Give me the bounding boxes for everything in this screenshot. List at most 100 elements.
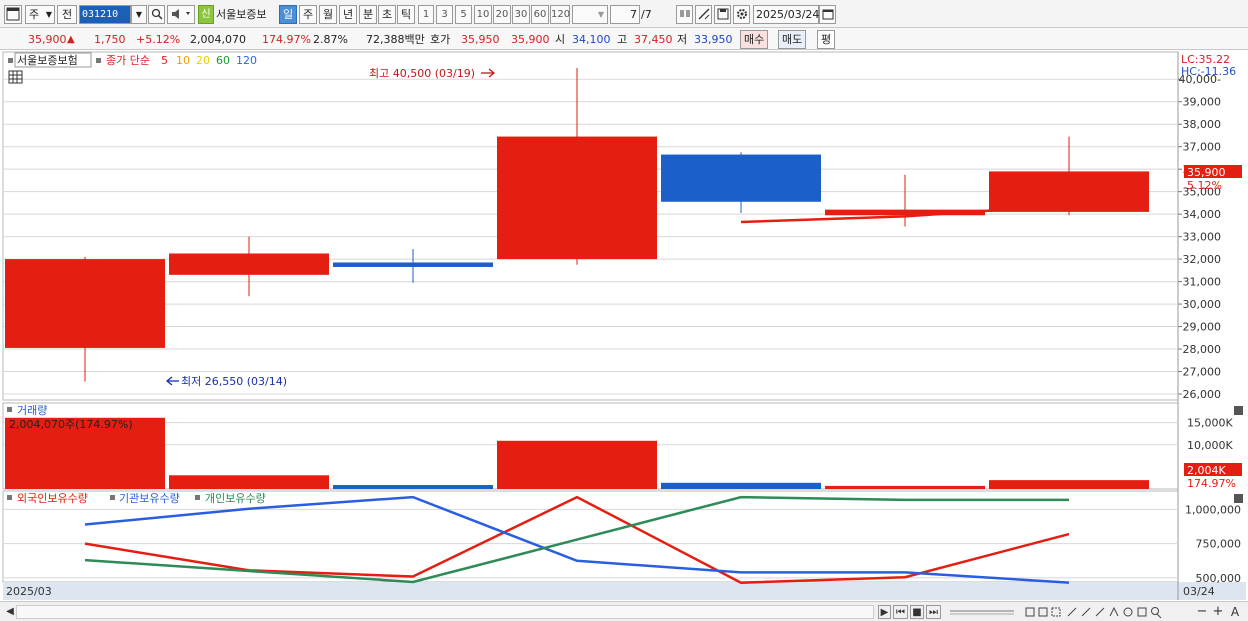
- volume-bar: [825, 485, 985, 489]
- holdings-toggle-icon[interactable]: [110, 495, 115, 500]
- candle-body: [5, 259, 165, 348]
- num-60[interactable]: 60: [531, 5, 549, 24]
- chevron-down-icon: ▼: [597, 10, 604, 19]
- high-price: 37,450: [634, 33, 673, 46]
- interval-second[interactable]: 초: [378, 5, 396, 24]
- period-type-label: 주: [29, 8, 40, 21]
- price-tick-label: 29,000: [1183, 321, 1222, 334]
- price-tick-label: 37,000: [1183, 141, 1222, 154]
- interval-year[interactable]: 년: [339, 5, 357, 24]
- price-tick-label: 39,000: [1183, 96, 1222, 109]
- volume-toggle-icon[interactable]: [7, 407, 12, 412]
- interval-week[interactable]: 주: [299, 5, 317, 24]
- draw-tools-bar[interactable]: [1024, 605, 1184, 619]
- hc-label: HC:-11.36: [1181, 65, 1236, 78]
- num-3[interactable]: 3: [436, 5, 453, 24]
- zoom-slider[interactable]: [948, 605, 1016, 619]
- price-tick-label: 33,000: [1183, 231, 1222, 244]
- new-badge: 신: [198, 5, 214, 24]
- save-icon[interactable]: [714, 5, 731, 24]
- auto-scale-button[interactable]: A: [1228, 605, 1242, 619]
- high-label: 고: [617, 33, 628, 46]
- sell-button[interactable]: 매도: [778, 30, 807, 49]
- volume-bar: [989, 480, 1149, 489]
- open-label: 시: [555, 33, 566, 46]
- holdings-legend-foreign: 외국인보유수량: [17, 492, 88, 505]
- candle-body: [169, 253, 329, 275]
- holdings-toggle-icon[interactable]: [195, 495, 200, 500]
- volume-pct-tag: 174.97%: [1187, 477, 1236, 490]
- num-1[interactable]: 1: [418, 5, 434, 24]
- play-button[interactable]: ▶: [878, 605, 891, 619]
- interval-day[interactable]: 일: [279, 5, 297, 24]
- num-120[interactable]: 120: [550, 5, 570, 24]
- draw-tool-icon[interactable]: [695, 5, 712, 24]
- price-tick-label: 26,000: [1183, 388, 1222, 401]
- grid-icon[interactable]: [8, 70, 23, 84]
- holdings-tick-label: 500,000: [1196, 572, 1242, 585]
- candle-body: [333, 262, 493, 267]
- zoom-in-button[interactable]: +: [1212, 605, 1224, 619]
- bottom-controls: ◀ ▶ ⏮ ■ ⏭ − + A: [0, 601, 1248, 621]
- horizontal-scrollbar[interactable]: [16, 605, 874, 619]
- chart-canvas[interactable]: 26,000 27,000 28,000 29,000 30,000 31,000 32,0…: [0, 51, 1248, 601]
- volume-label: 거래량: [17, 404, 47, 417]
- last-button[interactable]: ⏭: [926, 605, 941, 619]
- count-total: /7: [641, 8, 652, 21]
- ma-20: 20: [196, 54, 210, 67]
- stop-button[interactable]: ■: [910, 605, 924, 619]
- num-5[interactable]: 5: [455, 5, 472, 24]
- volume-value: 2,004,070: [190, 33, 246, 46]
- period-type-select[interactable]: 주 ▼: [25, 5, 55, 24]
- stock-name: 서울보증보: [216, 8, 267, 21]
- date-input[interactable]: 2025/03/24: [753, 5, 819, 24]
- candle-body: [661, 154, 821, 202]
- zoom-out-button[interactable]: −: [1196, 605, 1208, 619]
- ask-label: 호가: [430, 33, 451, 46]
- ma-10: 10: [176, 54, 190, 67]
- ask-price: 35,950: [461, 33, 500, 46]
- holdings-tick-label: 1,000,000: [1185, 503, 1241, 516]
- code-dropdown-icon[interactable]: ▼: [131, 5, 147, 24]
- interval-minute[interactable]: 분: [359, 5, 377, 24]
- count-input[interactable]: 7: [610, 5, 640, 24]
- calendar-icon[interactable]: [819, 5, 836, 24]
- price-tick-label: 27,000: [1183, 366, 1222, 379]
- volume-panel-close-icon[interactable]: [1234, 406, 1243, 415]
- buy-button[interactable]: 매수: [740, 30, 769, 49]
- up-arrow-icon: ▲: [67, 34, 75, 45]
- unit-select[interactable]: ▼: [572, 5, 608, 24]
- volume-tick-label: 15,000K: [1187, 417, 1233, 430]
- scroll-left-icon[interactable]: ◀: [4, 605, 16, 619]
- ma-label: 종가 단순: [106, 54, 150, 67]
- eval-button[interactable]: 평: [817, 30, 836, 49]
- speaker-icon[interactable]: [167, 5, 195, 24]
- search-icon[interactable]: [148, 5, 165, 24]
- draw-tools-icon: [1025, 606, 1162, 619]
- window-menu-icon[interactable]: [4, 5, 22, 24]
- date-label-right: 03/24: [1183, 585, 1215, 598]
- last-pct-tag: 5.12%: [1187, 179, 1222, 192]
- price-tick-label: 31,000: [1183, 276, 1222, 289]
- num-30[interactable]: 30: [512, 5, 530, 24]
- ma-60: 60: [216, 54, 230, 67]
- holdings-panel-close-icon[interactable]: [1234, 494, 1243, 503]
- compare-icon[interactable]: [676, 5, 693, 24]
- num-10[interactable]: 10: [474, 5, 492, 24]
- prev-button[interactable]: 전: [57, 5, 77, 24]
- ma-5: 5: [161, 54, 168, 67]
- candle-body: [497, 136, 657, 260]
- gear-icon[interactable]: [733, 5, 750, 24]
- holdings-legend-individual: 개인보유수량: [205, 492, 266, 505]
- panel-toggle-icon[interactable]: [8, 58, 13, 63]
- ma-120: 120: [236, 54, 257, 67]
- ma-toggle-icon[interactable]: [96, 58, 101, 63]
- first-button[interactable]: ⏮: [893, 605, 908, 619]
- price-tick-label: 34,000: [1183, 208, 1222, 221]
- interval-tick[interactable]: 틱: [397, 5, 415, 24]
- price-tick-label: 28,000: [1183, 343, 1222, 356]
- interval-month[interactable]: 월: [319, 5, 337, 24]
- num-20[interactable]: 20: [493, 5, 511, 24]
- holdings-toggle-icon[interactable]: [7, 495, 12, 500]
- stock-code-input[interactable]: 031210: [79, 5, 131, 24]
